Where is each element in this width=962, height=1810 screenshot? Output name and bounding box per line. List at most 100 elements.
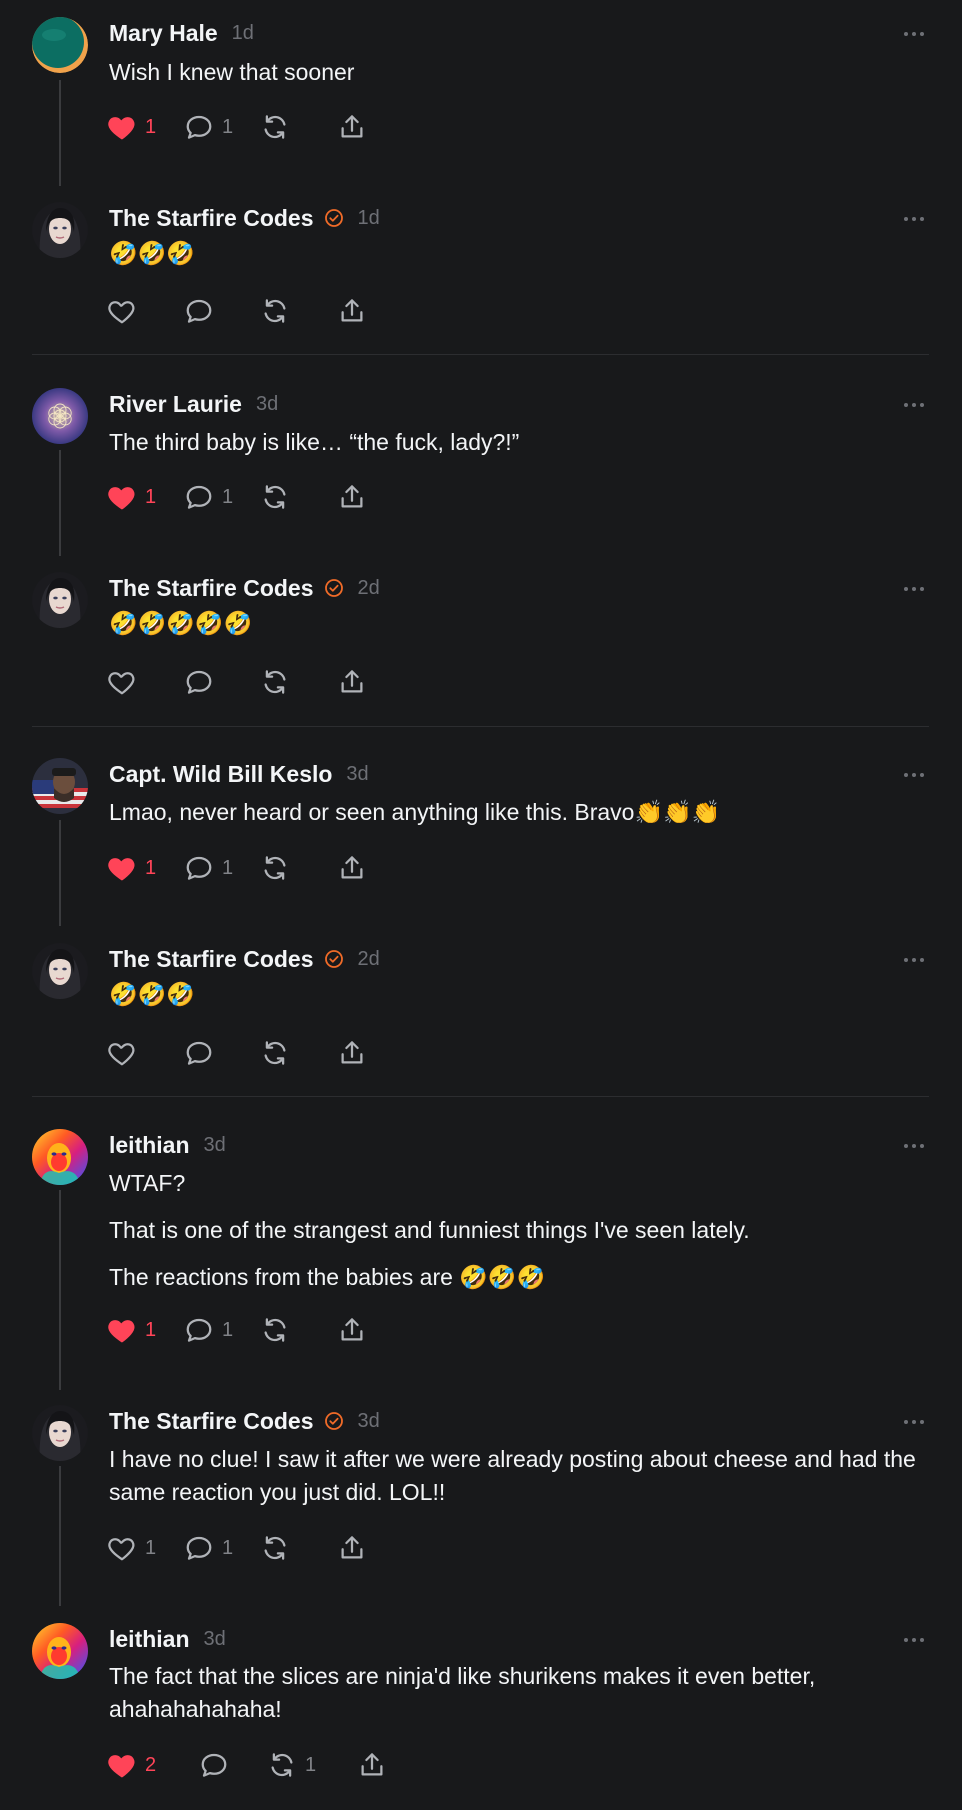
author-name[interactable]: The Starfire Codes	[109, 946, 314, 973]
reply-button[interactable]: 1	[184, 110, 233, 144]
comment-icon	[184, 1315, 214, 1345]
repost-button[interactable]	[260, 480, 290, 514]
author-name[interactable]: The Starfire Codes	[109, 205, 314, 232]
more-options-icon[interactable]	[902, 1633, 926, 1645]
more-options-icon[interactable]	[902, 212, 926, 224]
share-icon	[337, 1038, 367, 1068]
like-button[interactable]: 1	[107, 851, 156, 885]
post-timestamp: 2d	[357, 947, 380, 970]
post-text: 🤣🤣🤣	[109, 240, 195, 266]
author-name[interactable]: Capt. Wild Bill Keslo	[109, 761, 332, 788]
post-text: The reactions from the babies are 🤣🤣🤣	[109, 1264, 546, 1290]
avatar[interactable]	[32, 17, 88, 73]
post-text: Lmao, never heard or seen anything like …	[109, 799, 721, 825]
post-body: The third baby is like… “the fuck, lady?…	[109, 426, 929, 473]
share-button[interactable]	[357, 1748, 387, 1782]
share-button[interactable]	[337, 294, 367, 328]
reply-button[interactable]	[184, 1036, 214, 1070]
share-button[interactable]	[337, 665, 367, 699]
comment-icon	[184, 482, 214, 512]
repost-button[interactable]	[260, 1036, 290, 1070]
avatar[interactable]	[32, 1129, 88, 1185]
repost-button[interactable]: 1	[267, 1748, 316, 1782]
heart-icon	[107, 296, 137, 326]
author-name[interactable]: leithian	[109, 1132, 190, 1159]
thread-divider	[32, 354, 929, 355]
author-name[interactable]: leithian	[109, 1626, 190, 1653]
like-count: 1	[145, 856, 157, 879]
author-name[interactable]: The Starfire Codes	[109, 1408, 314, 1435]
post-body: WTAF? That is one of the strangest and fu…	[109, 1167, 929, 1308]
avatar[interactable]	[32, 1623, 88, 1679]
more-options-icon[interactable]	[902, 1139, 926, 1151]
share-button[interactable]	[337, 1313, 367, 1347]
post-header: Capt. Wild Bill Keslo 3d	[109, 759, 369, 789]
reply-button[interactable]	[184, 665, 214, 699]
author-name[interactable]: The Starfire Codes	[109, 575, 314, 602]
heart-icon	[107, 1533, 137, 1563]
reply-button[interactable]: 1	[184, 480, 233, 514]
post-header: Mary Hale 1d	[109, 18, 254, 48]
post-timestamp: 3d	[357, 1409, 380, 1432]
share-button[interactable]	[337, 480, 367, 514]
post-body: Lmao, never heard or seen anything like …	[109, 796, 929, 843]
share-icon	[357, 1750, 387, 1780]
post-text: 🤣🤣🤣🤣🤣	[109, 610, 253, 636]
share-button[interactable]	[337, 110, 367, 144]
like-button[interactable]: 2	[107, 1748, 156, 1782]
more-options-icon[interactable]	[902, 1415, 926, 1427]
post-timestamp: 1d	[357, 206, 380, 229]
share-icon	[337, 296, 367, 326]
repost-button[interactable]	[260, 665, 290, 699]
avatar[interactable]	[32, 943, 88, 999]
like-button[interactable]	[107, 665, 137, 699]
reply-button[interactable]	[184, 294, 214, 328]
avatar[interactable]	[32, 388, 88, 444]
share-button[interactable]	[337, 1531, 367, 1565]
post-timestamp: 2d	[357, 576, 380, 599]
post-text: 🤣🤣🤣	[109, 981, 195, 1007]
more-options-icon[interactable]	[902, 582, 926, 594]
reply-button[interactable]: 1	[184, 1531, 233, 1565]
post-text: I have no clue! I saw it after we were a…	[109, 1446, 916, 1505]
avatar[interactable]	[32, 572, 88, 628]
repost-count: 1	[305, 1753, 317, 1776]
post-header: The Starfire Codes 2d	[109, 944, 380, 974]
repost-button[interactable]	[260, 294, 290, 328]
post-timestamp: 3d	[203, 1133, 226, 1156]
more-options-icon[interactable]	[902, 398, 926, 410]
thread-connector-line	[59, 450, 61, 556]
heart-icon	[107, 482, 137, 512]
more-options-icon[interactable]	[902, 27, 926, 39]
thread-connector-line	[59, 820, 61, 926]
thread-connector-line	[59, 1466, 61, 1606]
reply-button[interactable]	[199, 1748, 229, 1782]
avatar[interactable]	[32, 758, 88, 814]
repost-button[interactable]	[260, 110, 290, 144]
post-body: I have no clue! I saw it after we were a…	[109, 1443, 929, 1523]
like-button[interactable]: 1	[107, 480, 156, 514]
reply-button[interactable]: 1	[184, 1313, 233, 1347]
like-button[interactable]: 1	[107, 110, 156, 144]
share-button[interactable]	[337, 1036, 367, 1070]
reply-button[interactable]: 1	[184, 851, 233, 885]
post-text: WTAF?	[109, 1170, 186, 1196]
post-body: Wish I knew that sooner	[109, 56, 929, 103]
author-name[interactable]: River Laurie	[109, 391, 242, 418]
share-button[interactable]	[337, 851, 367, 885]
repost-button[interactable]	[260, 1531, 290, 1565]
comment-icon	[199, 1750, 229, 1780]
more-options-icon[interactable]	[902, 768, 926, 780]
repost-button[interactable]	[260, 851, 290, 885]
like-button[interactable]: 1	[107, 1313, 156, 1347]
repost-button[interactable]	[260, 1313, 290, 1347]
like-button[interactable]	[107, 1036, 137, 1070]
like-button[interactable]: 1	[107, 1531, 156, 1565]
post-body: 🤣🤣🤣🤣🤣	[109, 607, 929, 654]
author-name[interactable]: Mary Hale	[109, 20, 218, 47]
more-options-icon[interactable]	[902, 953, 926, 965]
avatar[interactable]	[32, 202, 88, 258]
repost-icon	[260, 112, 290, 142]
like-button[interactable]	[107, 294, 137, 328]
avatar[interactable]	[32, 1405, 88, 1461]
